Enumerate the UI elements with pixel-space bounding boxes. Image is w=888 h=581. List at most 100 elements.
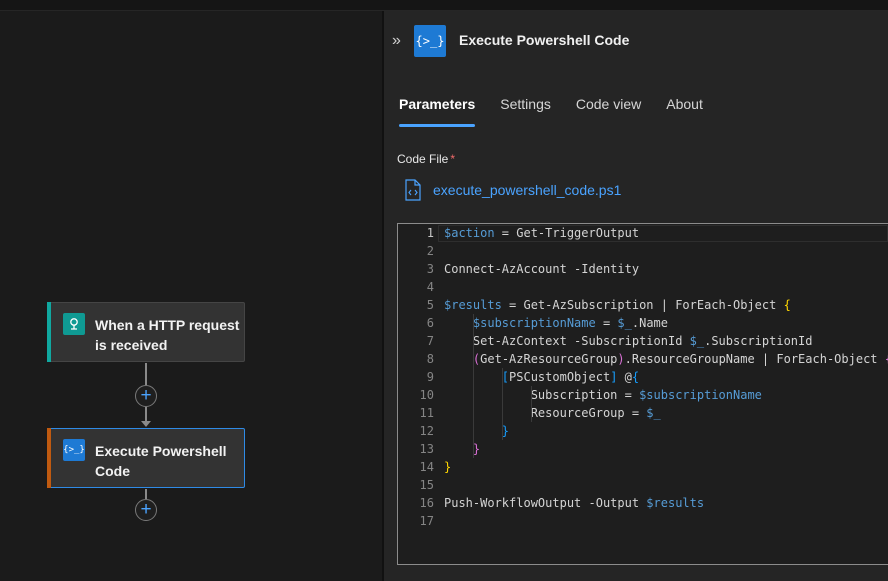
code-line: 15 <box>398 476 888 494</box>
connector-arrow-icon <box>141 421 151 427</box>
code-lines: 1 $action = Get-TriggerOutput 2 3 Connect-Az… <box>398 224 888 530</box>
trigger-node-http-request[interactable]: When a HTTP request is received <box>47 302 245 362</box>
workflow-canvas[interactable]: When a HTTP request is received + {>_} E… <box>0 11 382 581</box>
indent-guide <box>473 368 474 386</box>
line-number: 9 <box>426 370 434 384</box>
line-number: 8 <box>426 352 434 366</box>
code-token: @ <box>617 370 632 384</box>
indent-guide <box>502 368 503 386</box>
code-token: $results <box>646 496 705 510</box>
code-line: 1 $action = Get-TriggerOutput <box>398 224 888 242</box>
code-line: 17 <box>398 512 888 530</box>
line-number: 11 <box>419 406 434 420</box>
action-node-execute-powershell[interactable]: {>_} Execute Powershell Code <box>47 428 245 488</box>
code-token: PSCustomObject <box>509 370 611 384</box>
code-token: ) <box>617 352 625 366</box>
powershell-code-icon: {>_} <box>414 25 446 57</box>
indent-guide <box>473 314 474 332</box>
code-token: .SubscriptionId <box>704 334 813 348</box>
code-token: = Get-AzSubscription | ForEach-Object <box>501 298 784 312</box>
code-line: 8 (Get-AzResourceGroup).ResourceGroupNam… <box>398 350 888 368</box>
code-line: 4 <box>398 278 888 296</box>
code-token: $subscriptionName <box>472 316 596 330</box>
code-line: 13 } <box>398 440 888 458</box>
indent-guide <box>473 440 474 458</box>
code-line: 16 Push-WorkflowOutput -Output $results <box>398 494 888 512</box>
tab-code-view[interactable]: Code view <box>576 96 641 126</box>
code-token: { <box>783 298 791 312</box>
line-number: 5 <box>426 298 434 312</box>
code-file-icon <box>405 179 421 201</box>
connector-line <box>145 489 147 499</box>
indent-guide <box>531 404 532 422</box>
code-token: .ResourceGroupName | ForEach-Object <box>624 352 885 366</box>
code-token: $subscriptionName <box>639 388 762 402</box>
code-line: 10 Subscription = $subscriptionName <box>398 386 888 404</box>
code-token: = Get-TriggerOutput <box>494 226 640 240</box>
required-mark: * <box>450 152 456 166</box>
code-token: Connect-AzAccount -Identity <box>444 262 640 276</box>
panel-title[interactable]: Execute Powershell Code <box>459 32 629 48</box>
indent-guide <box>473 422 474 440</box>
tab-about[interactable]: About <box>666 96 703 126</box>
indent-guide <box>473 404 474 422</box>
connector-line <box>145 363 147 385</box>
code-line: 2 <box>398 242 888 260</box>
line-number: 4 <box>426 280 434 294</box>
http-request-icon <box>63 313 85 335</box>
code-token: Set-AzContext -SubscriptionId <box>444 334 690 348</box>
connector-line <box>145 407 147 421</box>
code-token: = <box>595 316 618 330</box>
code-token: { <box>631 370 640 384</box>
line-number: 6 <box>426 316 434 330</box>
code-token: .Name <box>631 316 668 330</box>
line-number: 12 <box>419 424 434 438</box>
code-token: $_ <box>617 316 632 330</box>
line-number: 7 <box>426 334 434 348</box>
code-token: Push-WorkflowOutput -Output <box>444 496 647 510</box>
line-number: 13 <box>419 442 434 456</box>
code-file-label: Code File * <box>397 152 455 166</box>
insert-step-button[interactable]: + <box>135 385 157 407</box>
code-line: 14} <box>398 458 888 476</box>
code-line: 6 $subscriptionName = $_.Name <box>398 314 888 332</box>
code-line: 7 Set-AzContext -SubscriptionId $_.Subsc… <box>398 332 888 350</box>
tab-settings[interactable]: Settings <box>500 96 551 126</box>
collapse-panel-icon[interactable]: » <box>392 32 410 50</box>
tab-parameters[interactable]: Parameters <box>399 96 476 127</box>
line-number: 2 <box>426 244 434 258</box>
node-accent-bar <box>47 302 51 362</box>
line-number: 10 <box>419 388 434 402</box>
node-accent-bar <box>47 428 51 488</box>
indent-guide <box>473 350 474 368</box>
line-number: 14 <box>419 460 434 474</box>
window-top-bar <box>0 0 888 11</box>
line-number: 15 <box>419 478 434 492</box>
action-details-panel: » {>_} Execute Powershell Code Parameter… <box>384 11 888 581</box>
code-editor[interactable]: 1 $action = Get-TriggerOutput 2 3 Connect-Az… <box>397 223 888 565</box>
code-token: $_ <box>689 334 705 348</box>
code-line: 9 [PSCustomObject] @{ <box>398 368 888 386</box>
code-token: $results <box>444 298 502 312</box>
action-node-title: Execute Powershell Code <box>95 443 227 479</box>
line-number: 3 <box>426 262 434 276</box>
code-token: $_ <box>646 406 661 420</box>
code-line: 12 } <box>398 422 888 440</box>
indent-guide <box>473 332 474 350</box>
code-token: Get-AzResourceGroup <box>480 352 618 366</box>
code-line: 3 Connect-AzAccount -Identity <box>398 260 888 278</box>
code-line: 11 ResourceGroup = $_ <box>398 404 888 422</box>
code-file-link[interactable]: execute_powershell_code.ps1 <box>433 182 621 198</box>
code-file-label-text: Code File <box>397 152 449 166</box>
code-token: $action <box>444 226 495 240</box>
powershell-code-icon: {>_} <box>63 439 85 461</box>
indent-guide <box>473 386 474 404</box>
code-token: ResourceGroup = <box>444 406 647 420</box>
indent-guide <box>502 404 503 422</box>
line-number: 16 <box>419 496 434 510</box>
add-step-button[interactable]: + <box>135 499 157 521</box>
indent-guide <box>502 422 503 440</box>
